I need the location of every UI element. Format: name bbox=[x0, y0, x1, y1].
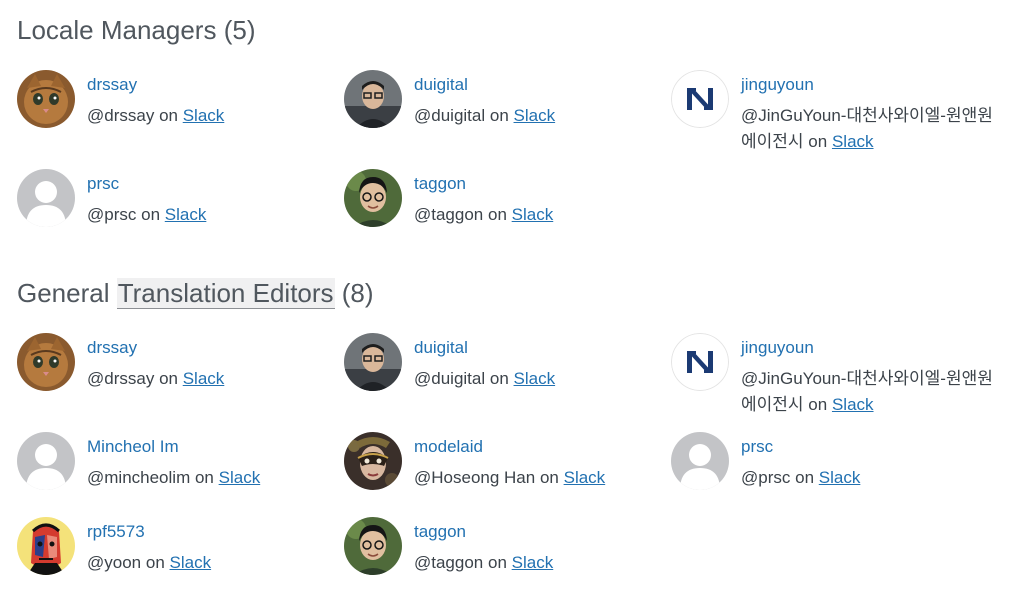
slack-link[interactable]: Slack bbox=[512, 553, 554, 572]
slack-handle-line: @duigital on Slack bbox=[414, 366, 676, 392]
default-person-avatar[interactable] bbox=[17, 432, 75, 490]
slack-handle: @prsc bbox=[741, 468, 791, 487]
slack-link[interactable]: Slack bbox=[183, 106, 225, 125]
slack-link[interactable]: Slack bbox=[512, 205, 554, 224]
member-username-link[interactable]: taggon bbox=[414, 521, 676, 543]
cat-photo-avatar[interactable] bbox=[17, 333, 75, 391]
on-text: on bbox=[488, 553, 507, 572]
member-username-link[interactable]: prsc bbox=[741, 436, 1003, 458]
slack-handle-line: @drssay on Slack bbox=[87, 366, 349, 392]
slack-link[interactable]: Slack bbox=[514, 106, 556, 125]
slack-handle-line: @duigital on Slack bbox=[414, 103, 676, 129]
member-username-link[interactable]: taggon bbox=[414, 173, 676, 195]
on-text: on bbox=[795, 468, 815, 487]
on-text: on bbox=[488, 205, 507, 224]
slack-link[interactable]: Slack bbox=[564, 468, 606, 487]
on-text: on bbox=[539, 468, 559, 487]
on-text: on bbox=[489, 106, 509, 125]
on-text: on bbox=[808, 132, 828, 151]
slack-handle: @duigital bbox=[414, 106, 486, 125]
member-username-link[interactable]: rpf5573 bbox=[87, 521, 349, 543]
member-username-link[interactable]: duigital bbox=[414, 337, 676, 359]
person-glasses-photo-avatar[interactable] bbox=[344, 169, 402, 227]
slack-link[interactable]: Slack bbox=[183, 369, 225, 388]
section-count: (5) bbox=[223, 15, 256, 45]
person-glasses-photo-avatar[interactable] bbox=[344, 70, 402, 128]
slack-handle: @Hoseong Han bbox=[414, 468, 536, 487]
member-username-link[interactable]: Mincheol Im bbox=[87, 436, 349, 458]
n-logo-avatar[interactable] bbox=[671, 70, 729, 128]
masquerade-mask-avatar[interactable] bbox=[344, 432, 402, 490]
slack-handle: @mincheolim bbox=[87, 468, 191, 487]
slack-handle-line: @prsc on Slack bbox=[741, 465, 1003, 491]
person-glasses-photo-avatar[interactable] bbox=[344, 517, 402, 575]
default-person-avatar[interactable] bbox=[671, 432, 729, 490]
slack-handle-line: @drssay on Slack bbox=[87, 103, 349, 129]
slack-handle-line: @mincheolim on Slack bbox=[87, 465, 349, 491]
slack-handle: @drssay bbox=[87, 369, 155, 388]
cat-photo-avatar[interactable] bbox=[17, 70, 75, 128]
slack-handle: @duigital bbox=[414, 369, 486, 388]
slack-handle-line: @JinGuYoun-대천사와이엘-원앤원에이전시 on Slack bbox=[741, 366, 1003, 418]
member-username-link[interactable]: duigital bbox=[414, 74, 676, 96]
slack-handle-line: @Hoseong Han on Slack bbox=[414, 465, 676, 491]
slack-handle: @taggon bbox=[414, 553, 484, 572]
slack-link[interactable]: Slack bbox=[170, 553, 212, 572]
slack-handle-line: @yoon on Slack bbox=[87, 550, 349, 576]
illustrated-face-avatar[interactable] bbox=[17, 517, 75, 575]
on-text: on bbox=[159, 369, 178, 388]
slack-handle-line: @prsc on Slack bbox=[87, 202, 349, 228]
section-title-locale-managers: Locale Managers (5) bbox=[17, 14, 255, 46]
member-username-link[interactable]: jinguyoun bbox=[741, 74, 1003, 96]
member-username-link[interactable]: modelaid bbox=[414, 436, 676, 458]
section-title-highlight: Translation Editors bbox=[116, 278, 335, 309]
person-glasses-photo-avatar[interactable] bbox=[344, 333, 402, 391]
slack-link[interactable]: Slack bbox=[165, 205, 207, 224]
default-person-avatar[interactable] bbox=[17, 169, 75, 227]
slack-link[interactable]: Slack bbox=[832, 132, 874, 151]
on-text: on bbox=[194, 468, 214, 487]
slack-handle-line: @JinGuYoun-대천사와이엘-원앤원에이전시 on Slack bbox=[741, 103, 1003, 155]
slack-link[interactable]: Slack bbox=[219, 468, 261, 487]
slack-link[interactable]: Slack bbox=[832, 395, 874, 414]
member-username-link[interactable]: prsc bbox=[87, 173, 349, 195]
on-text: on bbox=[159, 106, 178, 125]
on-text: on bbox=[141, 205, 161, 224]
slack-handle: @taggon bbox=[414, 205, 484, 224]
member-username-link[interactable]: drssay bbox=[87, 74, 349, 96]
section-title-translation-editors: General Translation Editors (8) bbox=[17, 277, 374, 309]
member-username-link[interactable]: jinguyoun bbox=[741, 337, 1003, 359]
slack-handle: @yoon bbox=[87, 553, 142, 572]
slack-handle-line: @taggon on Slack bbox=[414, 550, 676, 576]
slack-link[interactable]: Slack bbox=[514, 369, 556, 388]
section-count: (8) bbox=[341, 278, 374, 308]
slack-handle: @prsc bbox=[87, 205, 137, 224]
slack-link[interactable]: Slack bbox=[819, 468, 861, 487]
section-title-text: Locale Managers bbox=[17, 15, 217, 45]
on-text: on bbox=[808, 395, 828, 414]
on-text: on bbox=[489, 369, 509, 388]
on-text: on bbox=[145, 553, 165, 572]
n-logo-avatar[interactable] bbox=[671, 333, 729, 391]
section-title-prefix: General bbox=[17, 278, 110, 308]
member-username-link[interactable]: drssay bbox=[87, 337, 349, 359]
slack-handle-line: @taggon on Slack bbox=[414, 202, 676, 228]
slack-handle: @drssay bbox=[87, 106, 155, 125]
